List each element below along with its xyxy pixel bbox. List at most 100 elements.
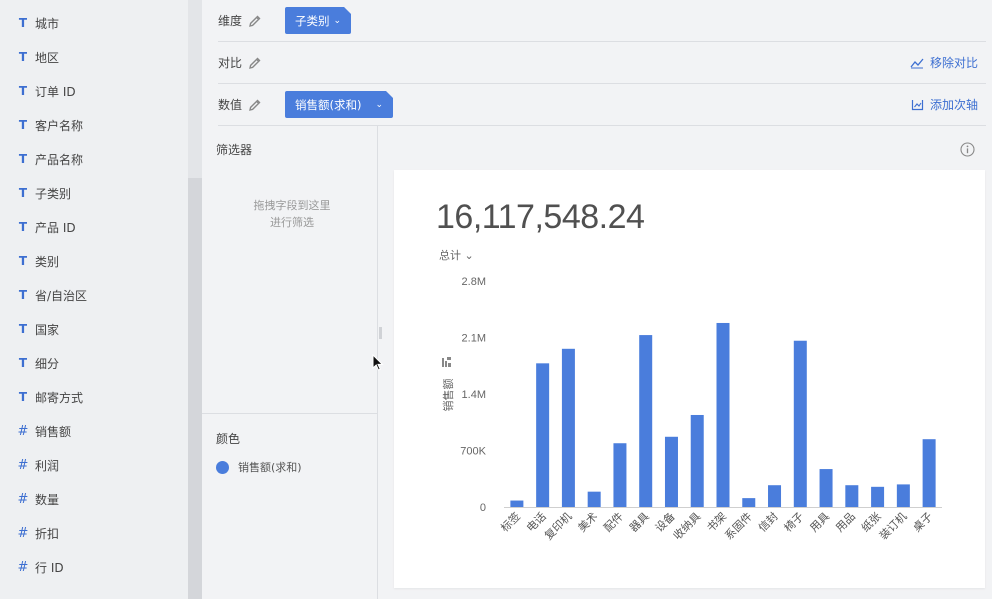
bar[interactable] <box>536 363 550 507</box>
field-item[interactable]: T 类别 <box>0 244 188 278</box>
filter-drop-zone[interactable]: 拖拽字段到这里 进行筛选 <box>242 197 342 231</box>
bar[interactable] <box>613 443 627 507</box>
field-item[interactable]: T 订单 ID <box>0 74 188 108</box>
y-tick-label: 2.1M <box>462 333 486 345</box>
field-item-label: 利润 <box>35 458 60 473</box>
x-tick-label: 装订机 <box>876 509 909 542</box>
x-tick-label: 美术 <box>576 510 601 535</box>
filter-drop-hint-line1: 拖拽字段到这里 <box>253 199 331 212</box>
field-item[interactable]: T 产品名称 <box>0 142 188 176</box>
text-field-icon: T <box>18 254 28 268</box>
field-item[interactable]: T 产品 ID <box>0 210 188 244</box>
field-item[interactable]: T 地区 <box>0 40 188 74</box>
numeric-field-icon: # <box>17 525 29 541</box>
bar-chart: 0700K1.4M2.1M2.8M销售额标签 电话复印机 美术 配件 器具 设备收纳具 书架… <box>441 276 942 542</box>
bar[interactable] <box>664 436 678 507</box>
bar[interactable] <box>716 322 730 507</box>
field-item[interactable]: T 国家 <box>0 312 188 346</box>
bar[interactable] <box>587 491 601 507</box>
compare-chart-icon <box>910 58 924 68</box>
filter-drop-hint-line2: 进行筛选 <box>270 216 314 229</box>
bar[interactable] <box>922 439 936 507</box>
field-item[interactable]: T 客户名称 <box>0 108 188 142</box>
filter-panel: 筛选器 拖拽字段到这里 进行筛选 颜色 销售额(求和) <box>202 125 378 599</box>
field-item-label: 省/自治区 <box>35 288 88 303</box>
main-panel: 维度 子类别 ⌄ 对比 移除对比 数值 销售额(求和) ⌄ 添加次轴 筛选器 拖… <box>202 0 992 599</box>
compare-shelf: 对比 移除对比 <box>218 42 986 84</box>
text-field-icon: T <box>18 152 28 166</box>
numeric-field-icon: # <box>17 457 29 473</box>
field-item[interactable]: T 细分 <box>0 346 188 380</box>
bar[interactable] <box>768 485 782 507</box>
bar[interactable] <box>845 485 859 507</box>
field-item[interactable]: T 邮寄方式 <box>0 380 188 414</box>
compare-label: 对比 <box>218 56 243 70</box>
x-tick-label: 收纳具 <box>670 509 703 542</box>
field-item-label: 细分 <box>35 356 60 371</box>
field-list-scrollbar-thumb[interactable] <box>188 178 202 599</box>
field-item[interactable]: # 利润 <box>0 448 188 482</box>
field-item[interactable]: T 省/自治区 <box>0 278 188 312</box>
field-item-label: 订单 ID <box>35 84 76 99</box>
field-item[interactable]: # 折扣 <box>0 516 188 550</box>
field-item-label: 产品名称 <box>35 152 84 167</box>
field-item-label: 产品 ID <box>35 220 76 235</box>
y-tick-label: 700K <box>460 446 486 458</box>
info-icon[interactable] <box>960 142 975 157</box>
x-tick-label: 器具 <box>627 510 652 535</box>
x-tick-label: 桌子 <box>910 510 935 535</box>
chevron-down-icon: ⌄ <box>333 15 342 26</box>
field-item-label: 客户名称 <box>35 118 84 133</box>
field-item[interactable]: T 子类别 <box>0 176 188 210</box>
text-field-icon: T <box>18 356 28 370</box>
y-tick-label: 0 <box>480 502 486 514</box>
bar[interactable] <box>561 348 575 507</box>
x-tick-label: 用具 <box>807 510 832 535</box>
add-secondary-axis-button[interactable]: 添加次轴 <box>911 96 978 113</box>
color-title: 颜色 <box>216 432 241 446</box>
value-pill[interactable]: 销售额(求和) ⌄ <box>285 91 393 118</box>
bar[interactable] <box>871 486 885 507</box>
bar[interactable] <box>742 498 756 507</box>
mouse-cursor-icon <box>372 354 384 371</box>
field-item-label: 子类别 <box>35 186 72 201</box>
text-field-icon: T <box>18 220 28 234</box>
field-item-label: 销售额 <box>35 424 72 439</box>
text-field-icon: T <box>18 288 28 302</box>
panel-splitter-handle[interactable] <box>379 327 382 339</box>
bar[interactable] <box>819 469 833 507</box>
y-axis-title: 销售额 <box>441 379 455 412</box>
remove-compare-button[interactable]: 移除对比 <box>910 54 978 71</box>
field-item[interactable]: # 销售额 <box>0 414 188 448</box>
field-item[interactable]: T 城市 <box>0 6 188 40</box>
field-item-label: 折扣 <box>35 526 60 541</box>
sort-icon[interactable] <box>442 357 451 367</box>
bar[interactable] <box>639 335 653 507</box>
filter-title: 筛选器 <box>216 143 253 157</box>
field-item-label: 地区 <box>35 50 60 65</box>
bar[interactable] <box>896 484 910 507</box>
dimension-pill-label: 子类别 <box>295 13 330 28</box>
dimension-label: 维度 <box>218 14 243 28</box>
color-legend-item[interactable]: 销售额(求和) <box>202 459 378 475</box>
dimension-pill[interactable]: 子类别 ⌄ <box>285 7 351 34</box>
text-field-icon: T <box>18 186 28 200</box>
bar[interactable] <box>510 500 524 507</box>
dimension-shelf: 维度 子类别 ⌄ <box>218 0 986 42</box>
x-tick-label: 标签 <box>498 509 523 534</box>
field-item-label: 邮寄方式 <box>35 390 84 405</box>
bar[interactable] <box>690 414 704 507</box>
x-tick-label: 椅子 <box>781 509 806 534</box>
field-item[interactable]: # 数量 <box>0 482 188 516</box>
bar[interactable] <box>793 340 807 507</box>
y-tick-label: 1.4M <box>462 389 486 401</box>
text-field-icon: T <box>18 118 28 132</box>
pencil-icon[interactable] <box>248 98 262 112</box>
field-item[interactable]: # 行 ID <box>0 550 188 584</box>
pencil-icon[interactable] <box>248 14 262 28</box>
pencil-icon[interactable] <box>248 56 262 70</box>
value-shelf: 数值 销售额(求和) ⌄ 添加次轴 <box>218 84 986 126</box>
text-field-icon: T <box>18 16 28 30</box>
numeric-field-icon: # <box>17 559 29 575</box>
field-item-label: 城市 <box>35 16 60 31</box>
